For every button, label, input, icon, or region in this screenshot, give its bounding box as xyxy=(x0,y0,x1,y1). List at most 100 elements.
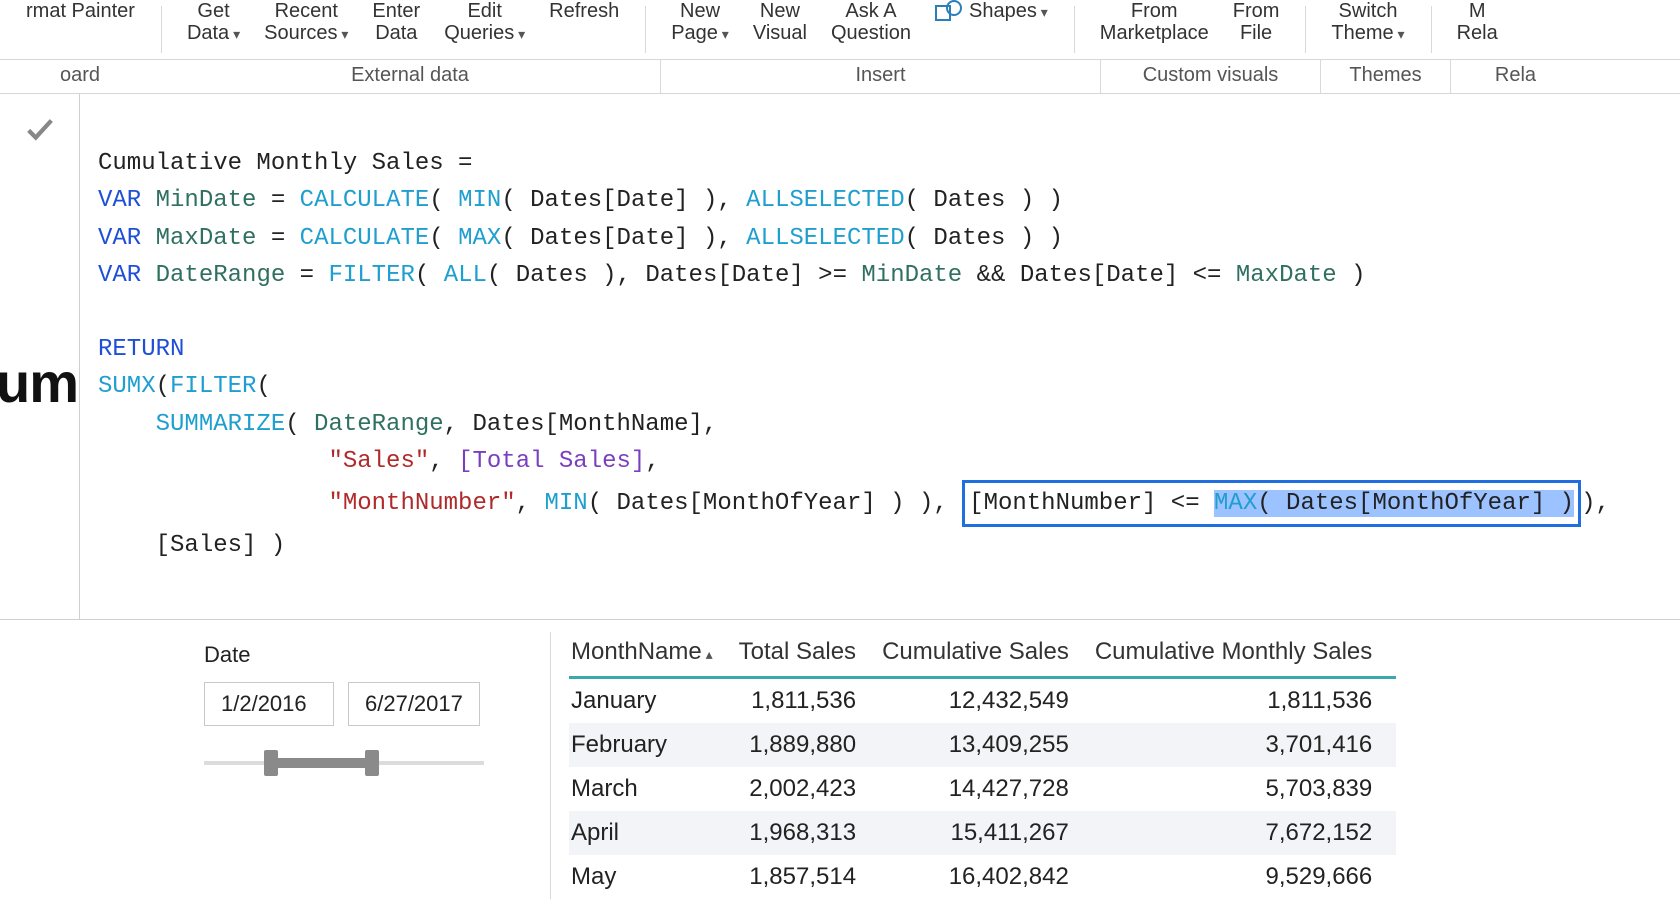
enter-l2: Data xyxy=(375,22,417,44)
col-monthname[interactable]: MonthName xyxy=(569,632,737,678)
table-body: January1,811,53612,432,5491,811,536Febru… xyxy=(569,678,1396,899)
ribbon-group-externaldata: Get Data Recent Sources Enter Data Edit … xyxy=(161,0,645,59)
cell-cumsales: 13,409,255 xyxy=(880,723,1093,767)
fx-l8-e: , xyxy=(645,448,659,475)
fx-l2-var: VAR xyxy=(98,187,141,214)
fx-l3-calc: CALCULATE xyxy=(300,225,430,252)
cell-month: January xyxy=(569,678,737,724)
fx-l7-p1: ( xyxy=(285,411,314,438)
cell-month: March xyxy=(569,767,737,811)
cell-totalsales: 1,811,536 xyxy=(737,678,880,724)
ribbon-group-themes: Switch Theme xyxy=(1305,0,1430,59)
from-marketplace-button[interactable]: From Marketplace xyxy=(1088,0,1221,44)
new-visual-l1: New xyxy=(760,0,800,22)
edit-queries-button[interactable]: Edit Queries xyxy=(432,0,537,44)
group-label-themes: Themes xyxy=(1320,60,1450,93)
switch-theme-button[interactable]: Switch Theme xyxy=(1319,0,1416,44)
format-painter-button[interactable]: rmat Painter xyxy=(14,0,147,22)
edit-l1: Edit xyxy=(467,0,501,22)
shapes-icon xyxy=(935,0,963,22)
fx-l4-p3: ) xyxy=(1337,262,1366,289)
get-data-l1: Get xyxy=(197,0,229,22)
slicer-to-input[interactable]: 6/27/2017 xyxy=(348,682,480,726)
check-icon xyxy=(23,112,57,146)
get-data-l2: Data xyxy=(187,22,240,44)
col-totalsales[interactable]: Total Sales xyxy=(737,632,880,678)
rel-l2: Rela xyxy=(1457,22,1498,44)
cell-cumsales: 15,411,267 xyxy=(880,811,1093,855)
cell-cummonthly: 9,529,666 xyxy=(1093,855,1396,899)
ask-l2: Question xyxy=(831,22,911,44)
recent-l1: Recent xyxy=(275,0,338,22)
fx-l6-filter: FILTER xyxy=(170,373,256,400)
table-row[interactable]: May1,857,51416,402,8429,529,666 xyxy=(569,855,1396,899)
fx-l8-c: , xyxy=(429,448,458,475)
table-row[interactable]: March2,002,42314,427,7285,703,839 xyxy=(569,767,1396,811)
enter-data-button[interactable]: Enter Data xyxy=(360,0,432,44)
manage-relationships-button[interactable]: M Rela xyxy=(1445,0,1510,44)
slider-handle-from[interactable] xyxy=(264,750,278,776)
new-page-l2: Page xyxy=(671,22,729,44)
fx-l4-minref: MinDate xyxy=(861,262,962,289)
market-l1: From xyxy=(1131,0,1178,22)
fx-l4-name: DateRange xyxy=(156,262,286,289)
table-visual[interactable]: MonthName Total Sales Cumulative Sales C… xyxy=(550,632,1680,899)
slicer-range-slider[interactable] xyxy=(204,748,484,778)
fx-box-b: ( Dates[MonthOfYear] ) xyxy=(1257,490,1574,517)
fx-l4-maxref: MaxDate xyxy=(1236,262,1337,289)
file-l1: From xyxy=(1233,0,1280,22)
get-data-button[interactable]: Get Data xyxy=(175,0,252,44)
fx-l7-pad xyxy=(98,411,156,438)
data-table: MonthName Total Sales Cumulative Sales C… xyxy=(569,632,1396,899)
slider-range xyxy=(271,758,372,768)
ribbon-group-customvisuals: From Marketplace From File xyxy=(1074,0,1306,59)
fx-return: RETURN xyxy=(98,336,184,363)
col-cumsales[interactable]: Cumulative Sales xyxy=(880,632,1093,678)
group-label-custom: Custom visuals xyxy=(1100,60,1320,93)
from-file-button[interactable]: From File xyxy=(1221,0,1292,44)
cell-cummonthly: 1,811,536 xyxy=(1093,678,1396,724)
formula-editor[interactable]: Cumulative Monthly Sales = VAR MinDate =… xyxy=(80,94,1680,619)
ribbon-group-relationships: M Rela xyxy=(1431,0,1524,59)
rel-l1: M xyxy=(1469,0,1486,22)
ribbon-group-insert: New Page New Visual Ask A Question Shape… xyxy=(645,0,1074,59)
slider-handle-to[interactable] xyxy=(365,750,379,776)
fx-l2-p3: ( Dates ) ) xyxy=(905,187,1063,214)
table-row[interactable]: April1,968,31315,411,2677,672,152 xyxy=(569,811,1396,855)
fx-l2-min: MIN xyxy=(458,187,501,214)
shapes-button[interactable]: Shapes xyxy=(923,0,1060,22)
formula-bar: Cumulative Monthly Sales = VAR MinDate =… xyxy=(0,94,1680,620)
fx-l9-m: ( Dates[MonthOfYear] ) ), xyxy=(588,490,962,517)
new-page-l1: New xyxy=(680,0,720,22)
ribbon: rmat Painter Get Data Recent Sources Ent… xyxy=(0,0,1680,60)
fx-highlight-box: [MonthNumber] <= MAX( Dates[MonthOfYear]… xyxy=(962,480,1581,527)
fx-l10-pad xyxy=(98,532,156,559)
new-visual-button[interactable]: New Visual xyxy=(741,0,819,44)
cell-month: May xyxy=(569,855,737,899)
refresh-label: Refresh xyxy=(549,0,619,22)
table-row[interactable]: January1,811,53612,432,5491,811,536 xyxy=(569,678,1396,724)
fx-l3-name: MaxDate xyxy=(156,225,257,252)
fx-l8-s: "Sales" xyxy=(328,448,429,475)
col-cummonthly[interactable]: Cumulative Monthly Sales xyxy=(1093,632,1396,678)
enter-l1: Enter xyxy=(372,0,420,22)
fx-l8-pad xyxy=(98,448,328,475)
fx-l9-tail: ), xyxy=(1581,490,1610,517)
table-row[interactable]: February1,889,88013,409,2553,701,416 xyxy=(569,723,1396,767)
recent-sources-button[interactable]: Recent Sources xyxy=(252,0,360,44)
group-label-insert: Insert xyxy=(660,60,1100,93)
fx-l4-var: VAR xyxy=(98,262,141,289)
date-slicer[interactable]: Date 1/2/2016 6/27/2017 xyxy=(150,632,490,899)
theme-l2: Theme xyxy=(1331,22,1404,44)
ask-question-button[interactable]: Ask A Question xyxy=(819,0,923,44)
cell-month: February xyxy=(569,723,737,767)
fx-l4-p2: ( Dates ), Dates[Date] >= xyxy=(487,262,861,289)
group-label-external: External data xyxy=(160,60,660,93)
fx-l2-p1: ( xyxy=(429,187,458,214)
fx-l4-filter: FILTER xyxy=(328,262,414,289)
fx-sumx: SUMX xyxy=(98,373,156,400)
fx-l7-dr: DateRange xyxy=(314,411,444,438)
new-page-button[interactable]: New Page xyxy=(659,0,741,44)
slicer-from-input[interactable]: 1/2/2016 xyxy=(204,682,334,726)
refresh-button[interactable]: Refresh xyxy=(537,0,631,22)
